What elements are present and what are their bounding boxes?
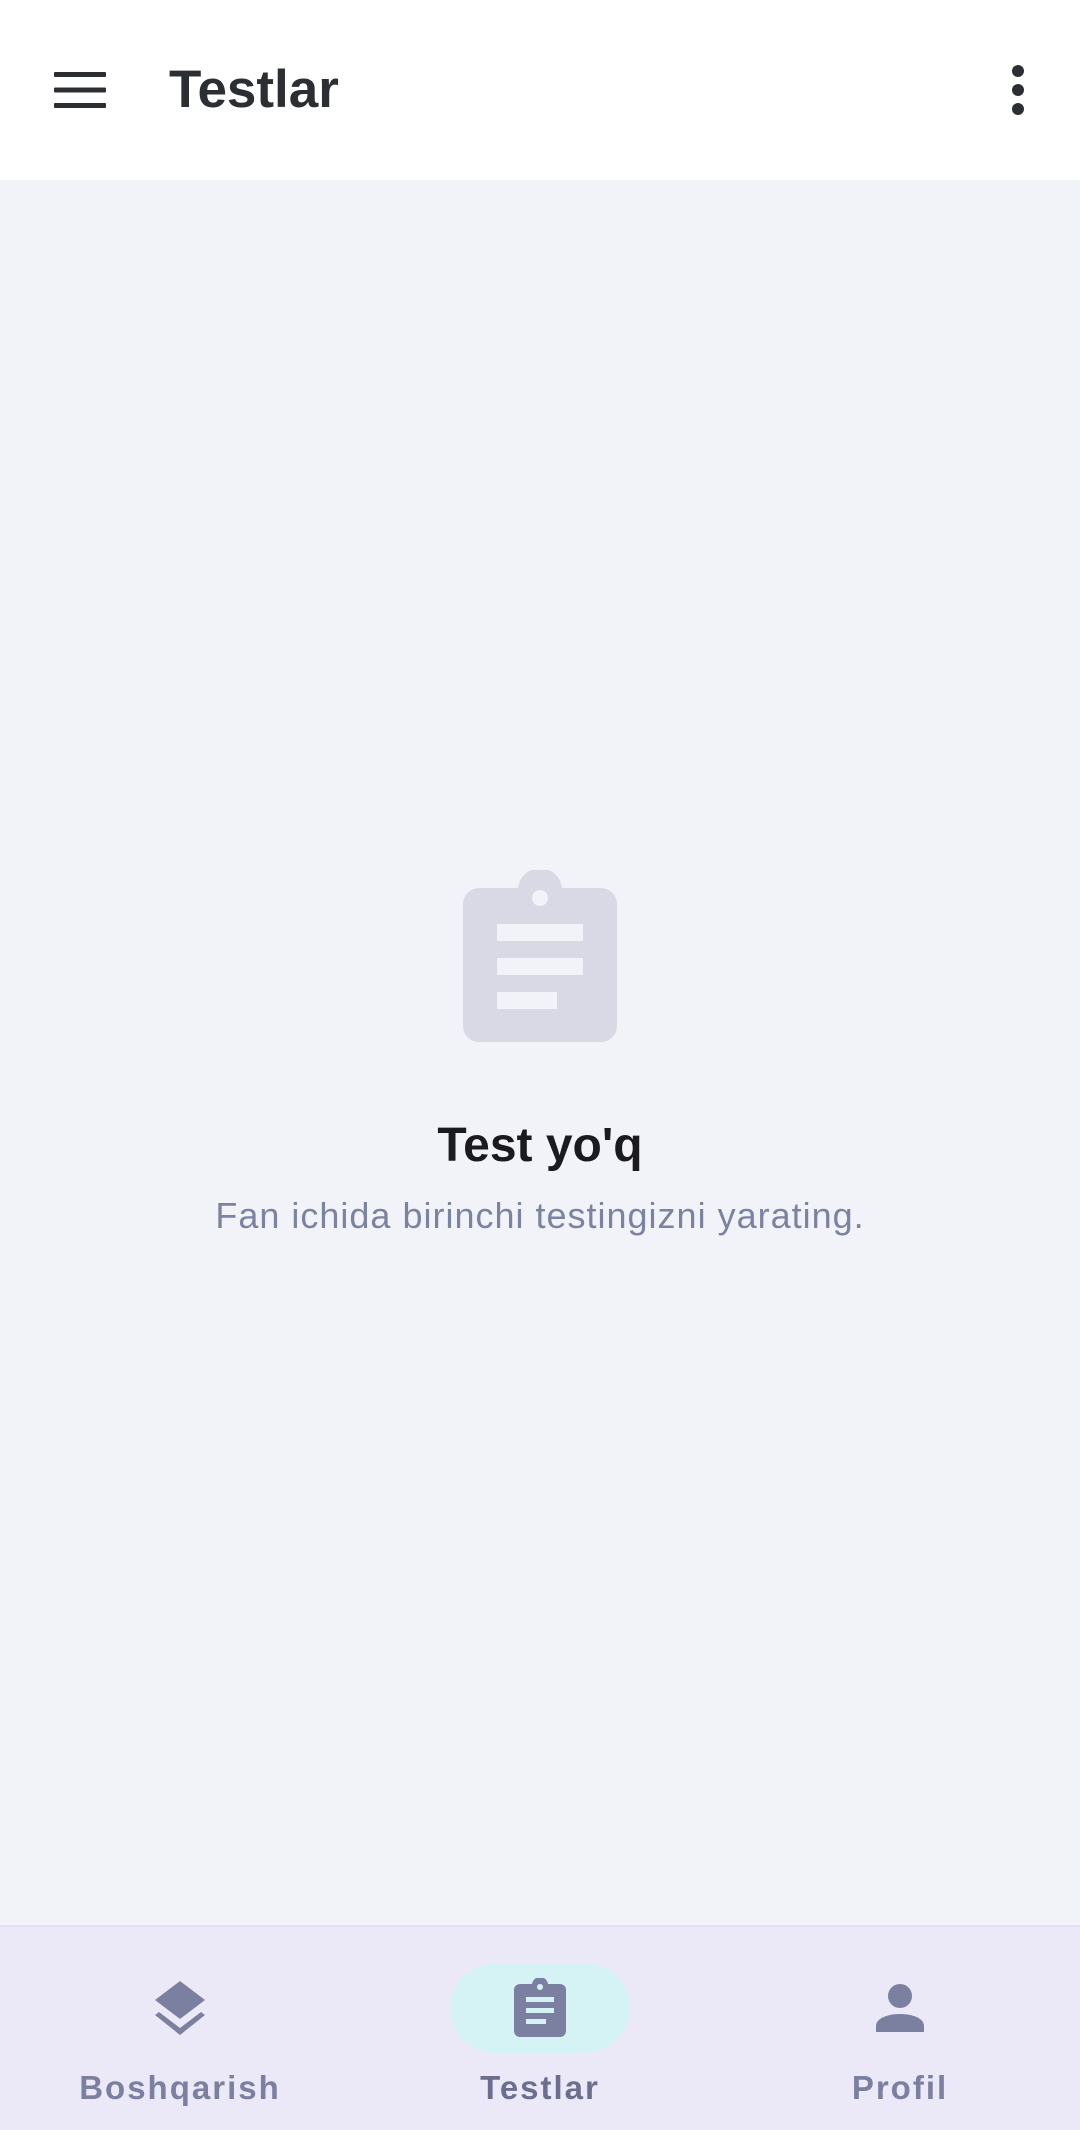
clipboard-icon <box>463 870 617 1042</box>
hamburger-menu-icon <box>54 72 106 108</box>
nav-item-boshqarish[interactable]: Boshqarish <box>30 1927 330 2130</box>
empty-state-subtitle: Fan ichida birinchi testingizni yarating… <box>215 1195 865 1236</box>
nav-item-testlar[interactable]: Testlar <box>390 1927 690 2130</box>
nav-icon-container <box>90 1963 270 2053</box>
clipboard-icon <box>514 1978 566 2037</box>
more-vert-icon <box>1012 65 1024 115</box>
menu-button[interactable] <box>30 40 130 140</box>
person-icon <box>876 1984 924 2032</box>
empty-state-title: Test yo'q <box>437 1119 643 1172</box>
nav-icon-container <box>810 1963 990 2053</box>
nav-item-profil[interactable]: Profil <box>750 1927 1050 2130</box>
top-app-bar: Testlar <box>0 0 1080 180</box>
nav-active-indicator <box>450 1963 630 2053</box>
bottom-navigation: Boshqarish Testlar Profil <box>0 1925 1080 2130</box>
nav-item-label: Testlar <box>480 2069 600 2106</box>
nav-item-label: Profil <box>851 2069 949 2106</box>
layers-icon <box>155 1981 205 2035</box>
overflow-menu-button[interactable] <box>968 40 1068 140</box>
nav-item-label: Boshqarish <box>79 2069 281 2106</box>
page-title: Testlar <box>169 60 339 119</box>
